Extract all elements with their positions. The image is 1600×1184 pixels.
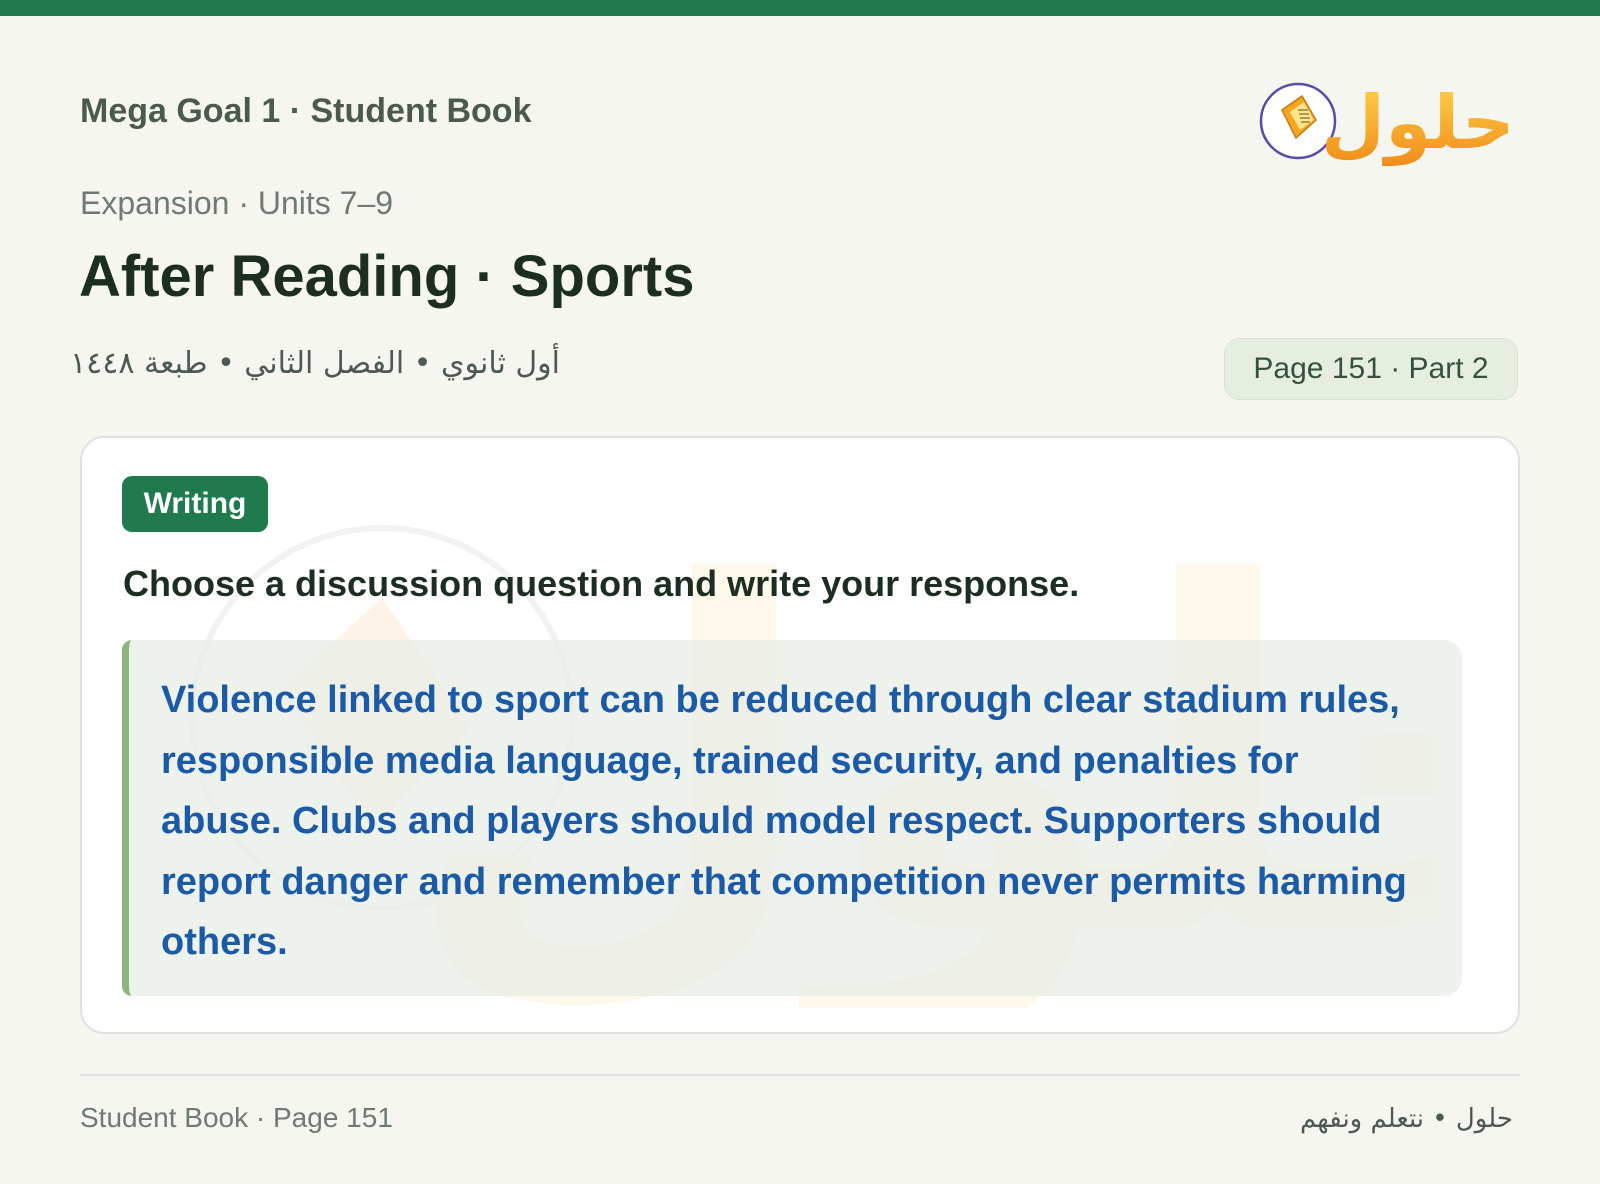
footer-page-label: Student Book · Page 151: [80, 1102, 393, 1133]
page-badge: Page 151 · Part 2: [1224, 338, 1518, 400]
arabic-subtitle: أول ثانوي • الفصل الثاني • طبعة ١٤٤٨: [70, 346, 560, 381]
unit-subtitle: Expansion · Units 7–9: [80, 185, 394, 221]
writing-badge: Writing: [122, 476, 268, 532]
footer-divider: [80, 1074, 1520, 1076]
exercise-card: حلول Writing Choose a discussion questio…: [80, 436, 1520, 1034]
top-accent-bar: [0, 0, 1600, 16]
brand-logo: حلول: [1258, 66, 1508, 166]
answer-box: Violence linked to sport can be reduced …: [122, 640, 1462, 996]
book-title: Mega Goal 1 · Student Book: [80, 92, 532, 130]
page-title: After Reading · Sports: [79, 244, 695, 309]
logo-wordmark: حلول: [1321, 80, 1508, 166]
answer-text: Violence linked to sport can be reduced …: [161, 679, 1407, 963]
instruction-text: Choose a discussion question and write y…: [123, 563, 1080, 604]
footer-slogan: حلول • نتعلم ونفهم: [1300, 1104, 1513, 1134]
